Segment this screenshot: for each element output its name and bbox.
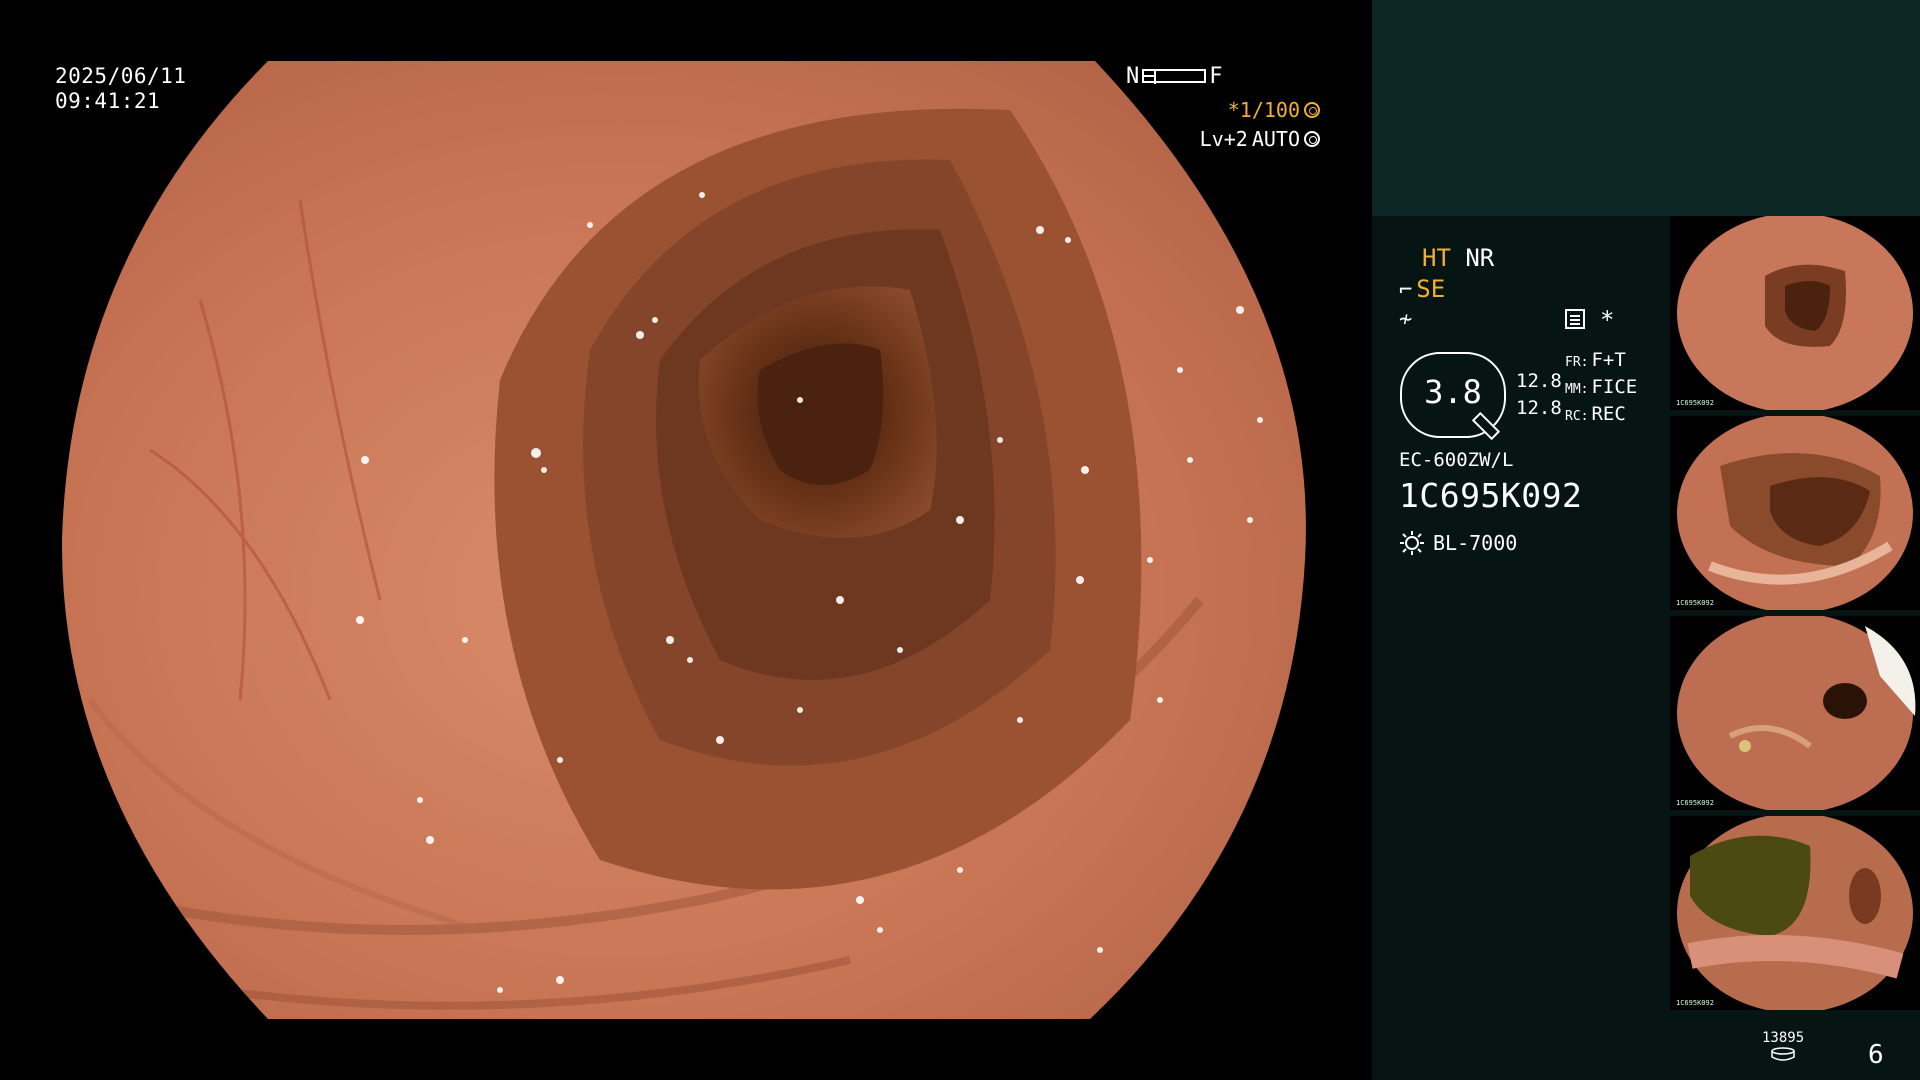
captured-thumbnails: 1C695K092 1C695K092 1C695K092 1C695K092 [1670, 216, 1920, 1016]
capture-counter: 13895 [1762, 1030, 1804, 1061]
asterisk-icon: * [1600, 306, 1615, 334]
structure-enhance-icon: ⌐ [1399, 278, 1413, 303]
storage-disk-icon [1771, 1047, 1795, 1061]
shutter-text: *1/100 [1227, 98, 1300, 122]
pen-icon [1471, 411, 1501, 441]
datetime-display: 2025/06/11 09:41:21 [55, 64, 186, 114]
status-ht-nr: HT NR [1422, 244, 1494, 272]
mode-fr: FR: F+T [1565, 349, 1626, 371]
zoom-near-label: N [1126, 63, 1140, 89]
zoom-indicator: N F [1126, 62, 1223, 90]
gauge-lower: 12.8 [1516, 397, 1562, 419]
exposure-mode-text: AUTO [1251, 127, 1300, 151]
mode-mm: MM: FICE [1565, 376, 1638, 398]
page-number: 6 [1868, 1040, 1884, 1070]
thumbnail-label: 1C695K092 [1676, 399, 1714, 407]
shutter-icon [1304, 102, 1320, 118]
capture-count: 13895 [1762, 1030, 1805, 1046]
shutter-speed: *1/100 [1228, 98, 1320, 122]
thumbnail-4[interactable]: 1C695K092 [1670, 816, 1920, 1010]
thumbnail-label: 1C695K092 [1676, 599, 1714, 607]
magnification-gauge: 3.8 [1400, 352, 1506, 441]
date-text: 2025/06/11 [55, 64, 187, 88]
scope-serial: 1C695K092 [1399, 476, 1583, 515]
scope-model: EC-600ZW/L [1399, 449, 1514, 471]
light-source-icon [1400, 531, 1424, 555]
se-indicator: SE [1416, 275, 1446, 303]
endoscopy-screen: 2025/06/11 09:41:21 N F *1/100 Lv+2 AUTO… [0, 0, 1920, 1080]
light-source: BL-7000 [1399, 530, 1517, 556]
gauge-upper: 12.8 [1516, 370, 1562, 392]
info-header [1372, 0, 1920, 216]
thumbnail-label: 1C695K092 [1676, 799, 1714, 807]
thumbnail-1[interactable]: 1C695K092 [1670, 216, 1920, 410]
zoom-far-label: F [1209, 63, 1223, 89]
light-source-text: BL-7000 [1433, 531, 1518, 555]
gauge-readings: 12.8 12.8 [1516, 368, 1562, 422]
time-text: 09:41:21 [55, 89, 161, 113]
status-se: ⌐ SE [1399, 275, 1445, 303]
gauge-value: 3.8 [1424, 373, 1482, 411]
thumbnail-3[interactable]: 1C695K092 [1670, 616, 1920, 810]
info-panel: HT NR ⌐ SE ≁ * 3.8 12.8 12.8 FR: F+T MM: FI… [1372, 0, 1920, 1080]
thumbnail-label: 1C695K092 [1676, 999, 1714, 1007]
nr-indicator: NR [1465, 244, 1495, 272]
iris-icon [1304, 131, 1320, 147]
ht-indicator: HT [1422, 244, 1451, 272]
status-freeze: ≁ [1399, 304, 1416, 332]
mode-labels: FR: F+T MM: FICE RC: REC [1565, 348, 1637, 429]
zoom-bar [1142, 69, 1207, 84]
endoscopic-view: 2025/06/11 09:41:21 N F *1/100 Lv+2 AUTO [0, 0, 1372, 1080]
thumbnail-2[interactable]: 1C695K092 [1670, 416, 1920, 610]
endoscopic-image [61, 61, 1306, 1019]
freeze-icon: ≁ [1399, 307, 1413, 332]
report-icon [1565, 309, 1585, 329]
level-text: Lv+2 [1199, 127, 1248, 151]
mode-rc: RC: REC [1565, 403, 1626, 425]
exposure-level: Lv+2 AUTO [1200, 127, 1320, 151]
